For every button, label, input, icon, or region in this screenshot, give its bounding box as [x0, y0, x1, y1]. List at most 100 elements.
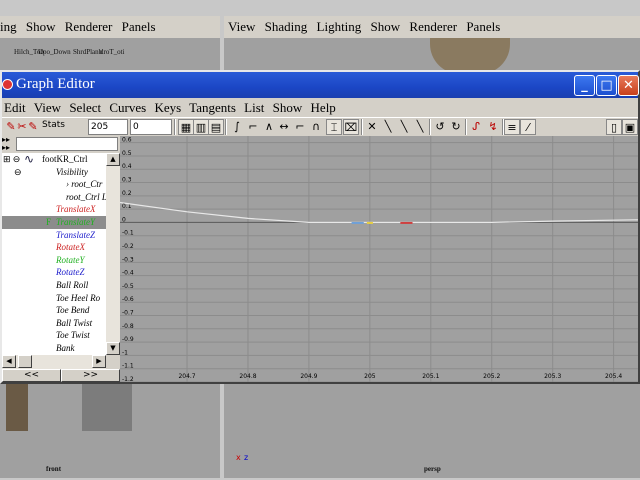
left-menu-renderer[interactable]: Renderer	[65, 19, 113, 34]
frame-selection-icon[interactable]: ▥	[193, 119, 209, 135]
scroll-outliner-right-button[interactable]: >>	[61, 369, 120, 382]
left-menu-lighting[interactable]: ing	[0, 19, 17, 34]
lock-tangent-weight-icon[interactable]: ╲	[380, 119, 396, 135]
buffer-curve-icon[interactable]: ᔑ	[468, 119, 484, 135]
y-tick-label: -0.2	[122, 243, 134, 250]
break-tangent-icon[interactable]: ⌶	[326, 119, 342, 135]
left-menu-show[interactable]: Show	[26, 19, 56, 34]
menu-show[interactable]: Show	[273, 100, 303, 115]
menu-keys[interactable]: Keys	[154, 100, 181, 115]
scroll-thumb[interactable]	[18, 355, 32, 368]
non-weighted-tangent-icon[interactable]: ╲	[412, 119, 428, 135]
outliner-list[interactable]: ⊞ ⊖ ∿ footKR_Ctrl ⊖ Visibility › root_Ctr root…	[2, 153, 106, 355]
outliner-row[interactable]: ⊖ Visibility	[2, 166, 106, 179]
denormalize-curves-icon[interactable]: ⁄	[520, 119, 536, 135]
cycle-before-icon[interactable]: ↺	[432, 119, 448, 135]
outliner-row[interactable]: F TranslateY	[2, 216, 106, 229]
right-menu-lighting[interactable]: Lighting	[317, 19, 362, 34]
outliner-row-label: RotateZ	[56, 267, 85, 278]
y-tick-label: -1.1	[122, 363, 134, 370]
frame-playback-icon[interactable]: ▤	[208, 119, 224, 135]
outliner-row-label: › root_Ctr	[66, 179, 103, 190]
maximize-button[interactable]: □	[596, 75, 617, 96]
scroll-left-icon[interactable]: ◀	[2, 355, 16, 368]
outliner-row[interactable]: root_Ctrl L	[2, 191, 106, 204]
left-menu-panels[interactable]: Panels	[122, 19, 156, 34]
scroll-down-icon[interactable]: ▼	[106, 342, 120, 355]
menu-tangents[interactable]: Tangents	[189, 100, 236, 115]
y-tick-label: 0.3	[122, 177, 132, 184]
graph-view-toggle-icon[interactable]: ▣	[622, 119, 638, 135]
menu-select[interactable]: Select	[69, 100, 101, 115]
cycle-after-icon[interactable]: ↻	[448, 119, 464, 135]
spline-tangent-icon[interactable]: ∫	[229, 119, 245, 135]
outliner-row[interactable]: Toe Bend	[2, 304, 106, 317]
free-tangent-weight-icon[interactable]: ✕	[364, 119, 380, 135]
outliner-row[interactable]: Ball Twist	[2, 317, 106, 330]
x-tick-label: 205.2	[483, 373, 500, 380]
toolbar-separator	[361, 119, 363, 135]
right-menu-shading[interactable]: Shading	[265, 19, 308, 34]
right-menu-show[interactable]: Show	[371, 19, 401, 34]
maya-app-icon	[2, 79, 13, 90]
outliner-row[interactable]: RotateZ	[2, 266, 106, 279]
outliner-search-input[interactable]	[16, 137, 118, 151]
outliner-row-label: TranslateZ	[56, 229, 96, 240]
animation-curve-plot[interactable]: 204.7 204.8 204.9 205 205.1 205.2 205.3 205.4 0.…	[120, 136, 638, 382]
stats-frame-field[interactable]: 205	[88, 119, 128, 135]
graph-view[interactable]: 204.7 204.8 204.9 205 205.1 205.2 205.3 205.4 0.…	[120, 136, 638, 382]
menu-help[interactable]: Help	[311, 100, 336, 115]
linear-tangent-icon[interactable]: ∧	[261, 119, 277, 135]
outliner-toggle-icon[interactable]: ▯	[606, 119, 622, 135]
outliner-row[interactable]: RotateX	[2, 241, 106, 254]
outliner-row-label: Visibility	[56, 166, 88, 177]
y-tick-label: -0.8	[122, 323, 134, 330]
outliner-expand-icon[interactable]: F	[46, 216, 51, 229]
frame-all-icon[interactable]: ▦	[178, 119, 194, 135]
menu-curves[interactable]: Curves	[109, 100, 146, 115]
graph-editor-titlebar[interactable]: Graph Editor _ □ ✕	[2, 72, 639, 98]
unify-tangent-icon[interactable]: ⌧	[343, 119, 359, 135]
normalize-curves-icon[interactable]: ≡	[504, 119, 520, 135]
stats-value-field[interactable]: 0	[130, 119, 172, 135]
add-key-tool-icon[interactable]: ✎	[25, 119, 41, 135]
outliner-row-label: footKR_Ctrl	[42, 154, 88, 164]
outliner-filter-icon[interactable]: ▸▸ ▸▸	[2, 136, 16, 152]
outliner-row[interactable]: Toe Heel Ro	[2, 292, 106, 305]
outliner-row[interactable]: RotateY	[2, 254, 106, 267]
animation-curve-line[interactable]	[120, 201, 638, 224]
outliner-horizontal-scrollbar[interactable]: ◀ ▶	[2, 355, 106, 369]
graph-editor-title: Graph Editor	[16, 76, 95, 92]
right-menu-panels[interactable]: Panels	[466, 19, 500, 34]
clamped-tangent-icon[interactable]: ⌐	[245, 119, 261, 135]
outliner-row[interactable]: Bank	[2, 342, 106, 355]
graph-editor-outliner: ▸▸ ▸▸ ⊞ ⊖ ∿ footKR_Ctrl ⊖ Visibility › root_Ct…	[2, 136, 120, 382]
axis-z-label: z	[244, 453, 249, 462]
menu-view[interactable]: View	[34, 100, 61, 115]
outliner-expand-icon[interactable]: ⊞ ⊖	[3, 153, 20, 166]
close-button[interactable]: ✕	[618, 75, 639, 96]
flat-tangent-icon[interactable]: ↔	[276, 119, 292, 135]
menu-list[interactable]: List	[244, 100, 264, 115]
right-menu-view[interactable]: View	[228, 19, 255, 34]
outliner-row[interactable]: TranslateX	[2, 203, 106, 216]
outliner-expand-icon[interactable]: ⊖	[14, 166, 22, 179]
left-node-label-2: Upo_Down	[38, 48, 71, 56]
plateau-tangent-icon[interactable]: ∩	[308, 119, 324, 135]
outliner-row-label: Toe Bend	[56, 305, 90, 316]
scroll-right-icon[interactable]: ▶	[92, 355, 106, 368]
menu-edit[interactable]: Edit	[4, 100, 26, 115]
weighted-tangent-icon[interactable]: ╲	[396, 119, 412, 135]
scroll-outliner-left-button[interactable]: <<	[2, 369, 61, 382]
outliner-row[interactable]: › root_Ctr	[2, 178, 106, 191]
right-menu-renderer[interactable]: Renderer	[409, 19, 457, 34]
minimize-button[interactable]: _	[574, 75, 595, 96]
scroll-up-icon[interactable]: ▲	[106, 153, 120, 166]
outliner-row[interactable]: Ball Roll	[2, 279, 106, 292]
step-tangent-icon[interactable]: ⌐	[292, 119, 308, 135]
outliner-row[interactable]: Toe Twist	[2, 329, 106, 342]
outliner-vertical-scrollbar[interactable]: ▲ ▼	[106, 153, 120, 355]
outliner-row[interactable]: TranslateZ	[2, 229, 106, 242]
outliner-row[interactable]: ⊞ ⊖ ∿ footKR_Ctrl	[2, 153, 106, 166]
swap-buffer-icon[interactable]: ↯	[485, 119, 501, 135]
